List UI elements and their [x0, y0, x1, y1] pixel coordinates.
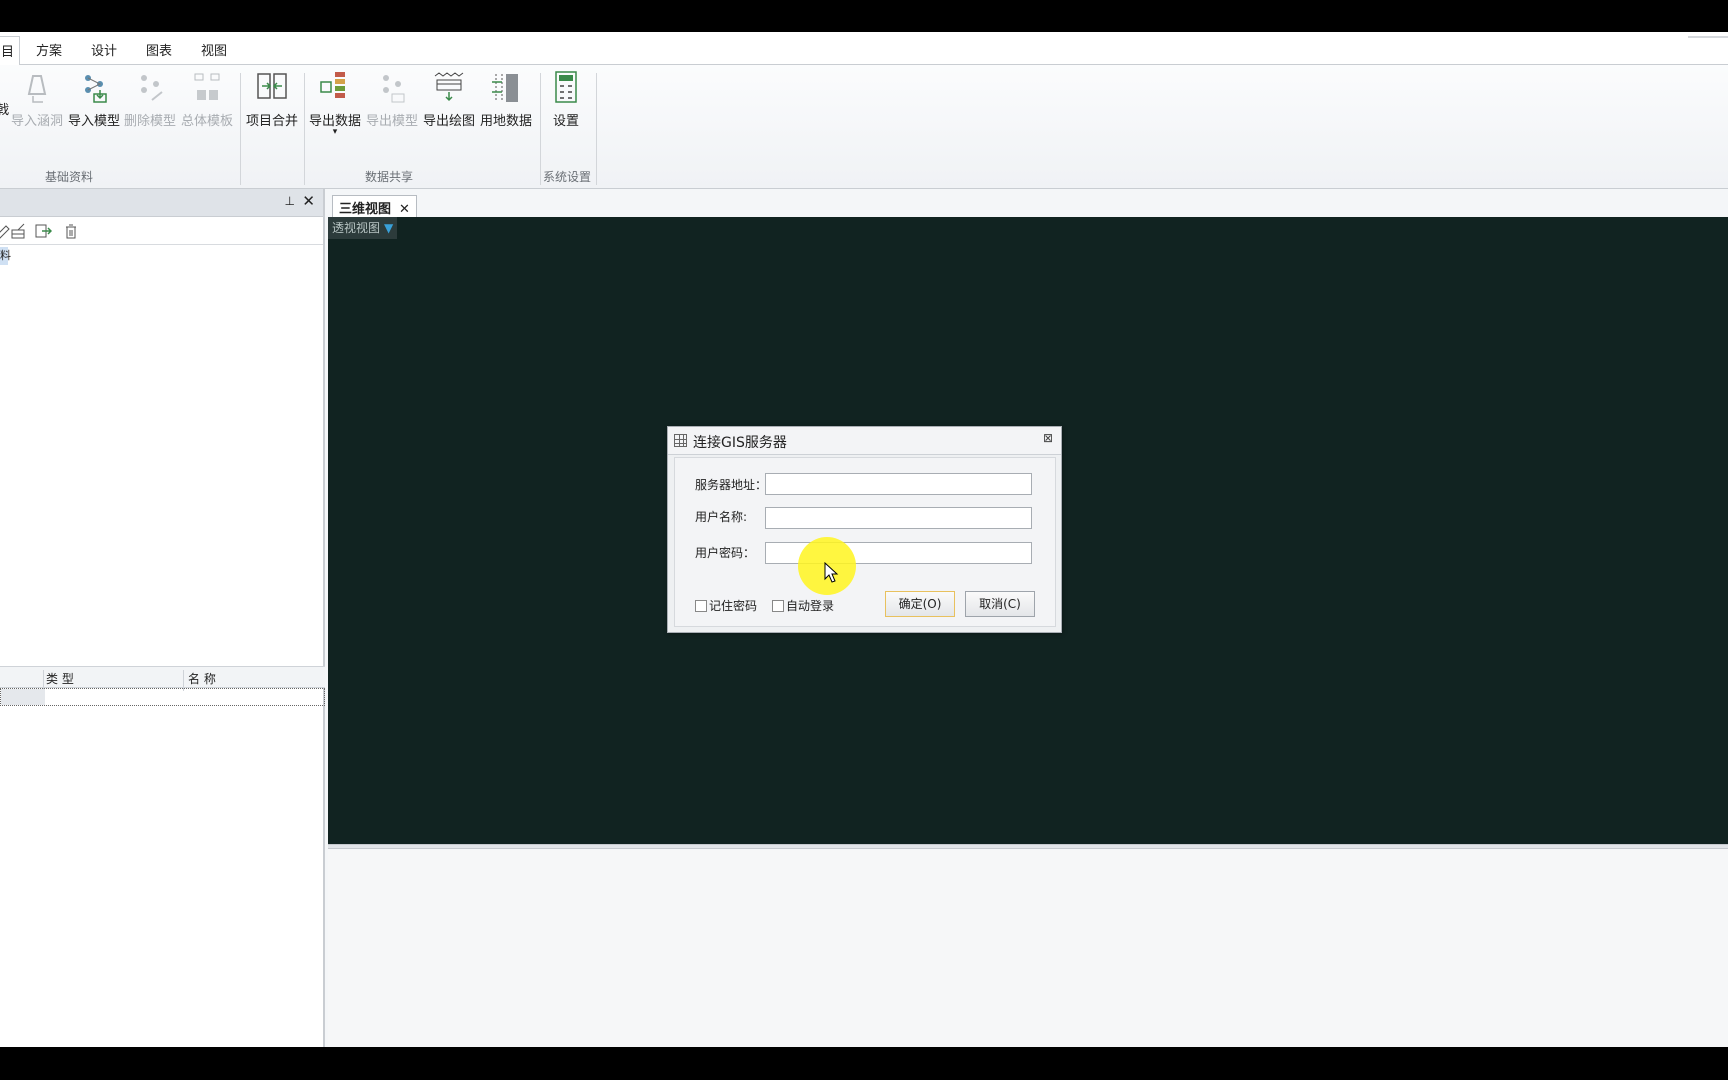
password-label: 用户密码：	[695, 546, 756, 560]
export-drawing-icon	[434, 72, 464, 102]
mouse-pointer-icon	[824, 562, 839, 583]
import-culvert-button[interactable]: 导入涵洞	[10, 70, 64, 150]
close-icon[interactable]: ✕	[302, 192, 315, 210]
template-icon	[194, 73, 220, 100]
partial-button[interactable]: 戟	[0, 99, 9, 179]
table-row[interactable]	[0, 688, 325, 706]
tab-design[interactable]: 设计	[91, 40, 117, 59]
grid-header-name[interactable]: 名 称	[186, 670, 216, 687]
close-icon[interactable]: ⊠	[1043, 431, 1053, 445]
tab-chart[interactable]: 图表	[146, 40, 172, 59]
group-separator	[540, 73, 541, 185]
server-address-label: 服务器地址：	[695, 478, 768, 492]
tab-project[interactable]: 目	[0, 36, 20, 66]
view-mode-dropdown[interactable]: 透视视图 ▼	[328, 217, 398, 239]
auto-login-checkbox[interactable]: 自动登录	[772, 597, 834, 614]
grid-icon	[674, 434, 687, 447]
cancel-button[interactable]: 取消(C)	[965, 591, 1035, 617]
dropdown-arrow-icon[interactable]: ▾	[308, 128, 362, 137]
bottom-pane	[328, 849, 1728, 1047]
overall-template-button[interactable]: 总体模板	[180, 70, 234, 150]
checkbox-label: 记住密码	[709, 599, 758, 613]
property-grid: 类 型 名 称	[0, 666, 325, 706]
tab-3d-view[interactable]: 三维视图 ✕	[332, 195, 417, 217]
export-icon[interactable]	[34, 222, 52, 240]
group-label-basic: 基础资料	[45, 170, 94, 184]
remember-password-checkbox[interactable]: 记住密码	[695, 597, 757, 614]
panel-titlebar: ⊥ ✕	[0, 189, 323, 217]
land-data-icon	[492, 74, 518, 102]
dialog-titlebar: 连接GIS服务器 ⊠	[668, 427, 1061, 455]
tab-label: 三维视图	[339, 202, 392, 217]
culvert-icon	[27, 75, 47, 103]
ribbon: 戟 导入涵洞 导入模型 删除模型 总体模板 基础资料 项目合并 导出数据 ▾ 导…	[0, 65, 1728, 189]
checkbox-label: 自动登录	[786, 599, 835, 613]
delete-model-icon	[141, 75, 163, 101]
group-separator	[596, 73, 597, 185]
settings-button[interactable]: 设置	[545, 70, 587, 150]
export-model-button[interactable]: 导出模型	[365, 70, 419, 150]
group-separator	[304, 73, 305, 185]
project-merge-button[interactable]: 项目合并	[245, 70, 299, 150]
menu-bar: 目 方案 设计 图表 视图	[0, 32, 1728, 66]
export-data-button[interactable]: 导出数据 ▾	[308, 70, 362, 150]
export-data-icon	[320, 72, 345, 98]
import-model-icon	[85, 75, 107, 103]
panel-toolbar	[0, 217, 323, 245]
tab-view[interactable]: 视图	[201, 40, 227, 59]
username-input[interactable]	[765, 507, 1032, 529]
import-model-button[interactable]: 导入模型	[67, 70, 121, 150]
group-label-system-settings: 系统设置	[543, 170, 592, 184]
pin-icon[interactable]: ⊥	[285, 194, 295, 208]
dialog-body: 服务器地址： 用户名称: 用户密码： 记住密码 自动登录 确定(O) 取消(C)	[674, 457, 1056, 627]
chevron-down-icon: ▼	[384, 221, 394, 235]
view-mode-label: 透视视图	[332, 221, 381, 235]
calculator-icon	[555, 71, 577, 103]
close-tab-icon[interactable]: ✕	[399, 202, 410, 217]
grid-header: 类 型 名 称	[0, 666, 325, 691]
dialog-title: 连接GIS服务器	[693, 435, 787, 451]
window-control[interactable]	[1688, 36, 1728, 38]
tree-item-selected[interactable]: 料	[0, 247, 11, 265]
server-address-input[interactable]	[765, 473, 1032, 495]
gis-connect-dialog: 连接GIS服务器 ⊠ 服务器地址： 用户名称: 用户密码： 记住密码 自动登录 …	[667, 426, 1062, 633]
table-edit-icon[interactable]	[10, 222, 28, 240]
merge-icon	[257, 73, 287, 99]
tab-scheme[interactable]: 方案	[36, 40, 62, 59]
left-panel: ⊥ ✕ 料 类 型 名 称	[0, 189, 325, 1047]
export-model-icon	[383, 75, 405, 103]
row-header-cell	[1, 689, 45, 705]
group-separator	[240, 73, 241, 185]
delete-model-button[interactable]: 删除模型	[123, 70, 177, 150]
checkbox-box[interactable]	[772, 600, 784, 612]
username-label: 用户名称:	[695, 510, 748, 524]
land-data-button[interactable]: 用地数据	[479, 70, 533, 150]
ok-button[interactable]: 确定(O)	[885, 591, 955, 617]
export-drawing-button[interactable]: 导出绘图	[422, 70, 476, 150]
group-label-data-share: 数据共享	[365, 170, 414, 184]
checkbox-box[interactable]	[695, 600, 707, 612]
delete-icon[interactable]	[62, 222, 80, 240]
